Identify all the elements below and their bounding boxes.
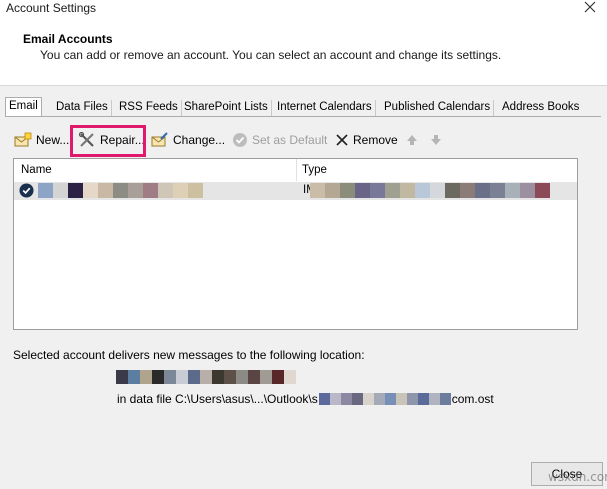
remove-x-icon <box>336 134 348 146</box>
data-file-path-prefix: in data file C:\Users\asus\...\Outlook\s <box>117 392 318 406</box>
repair-highlight-box <box>70 125 146 157</box>
window-title: Account Settings <box>6 1 97 15</box>
close-icon[interactable] <box>583 0 597 14</box>
data-file-path-suffix: com.ost <box>451 392 494 406</box>
column-header-name[interactable]: Name <box>21 159 52 181</box>
remove-button-label: Remove <box>353 133 398 147</box>
arrow-down-icon <box>431 135 441 145</box>
account-type-redacted <box>310 183 550 198</box>
header-description: You can add or remove an account. You ca… <box>40 48 502 62</box>
tab-sharepoint-lists[interactable]: SharePoint Lists <box>181 100 272 117</box>
tab-rss-feeds[interactable]: RSS Feeds <box>116 100 182 117</box>
account-name-redacted <box>38 183 203 198</box>
checkmark-circle-icon <box>233 133 247 147</box>
location-label: Selected account delivers new messages t… <box>13 348 365 362</box>
tab-address-books[interactable]: Address Books <box>499 100 582 117</box>
set-as-default-button[interactable]: Set as Default <box>232 128 327 152</box>
change-button-label: Change... <box>173 133 226 147</box>
delivery-account-redacted <box>116 370 296 384</box>
column-header-type[interactable]: Type <box>302 159 327 181</box>
remove-button[interactable]: Remove <box>335 128 398 152</box>
new-account-icon <box>14 132 32 147</box>
set-as-default-label: Set as Default <box>252 133 328 147</box>
default-account-check-icon <box>19 183 34 198</box>
change-button[interactable]: Change... <box>151 128 225 152</box>
new-button-label: New... <box>36 133 70 147</box>
account-row[interactable]: IM <box>14 182 577 200</box>
watermark: wsxdn.com <box>548 470 607 484</box>
tab-published-calendars[interactable]: Published Calendars <box>381 100 495 117</box>
new-button[interactable]: New... <box>14 128 69 152</box>
title-bar: Account Settings <box>0 0 607 22</box>
tab-data-files[interactable]: Data Files <box>53 100 112 117</box>
dialog-header: Email Accounts You can add or remove an … <box>0 22 607 86</box>
data-file-name-redacted <box>318 393 451 405</box>
accounts-list[interactable]: Name Type IM <box>13 158 578 330</box>
tab-internet-calendars[interactable]: Internet Calendars <box>274 100 376 117</box>
column-separator <box>296 159 297 181</box>
data-file-path: in data file C:\Users\asus\...\Outlook\s… <box>117 392 494 406</box>
tab-email[interactable]: Email <box>5 97 42 117</box>
move-down-button[interactable] <box>430 128 442 152</box>
header-title: Email Accounts <box>23 32 113 46</box>
arrow-up-icon <box>407 135 417 145</box>
move-up-button[interactable] <box>406 128 418 152</box>
change-account-icon <box>151 132 168 147</box>
